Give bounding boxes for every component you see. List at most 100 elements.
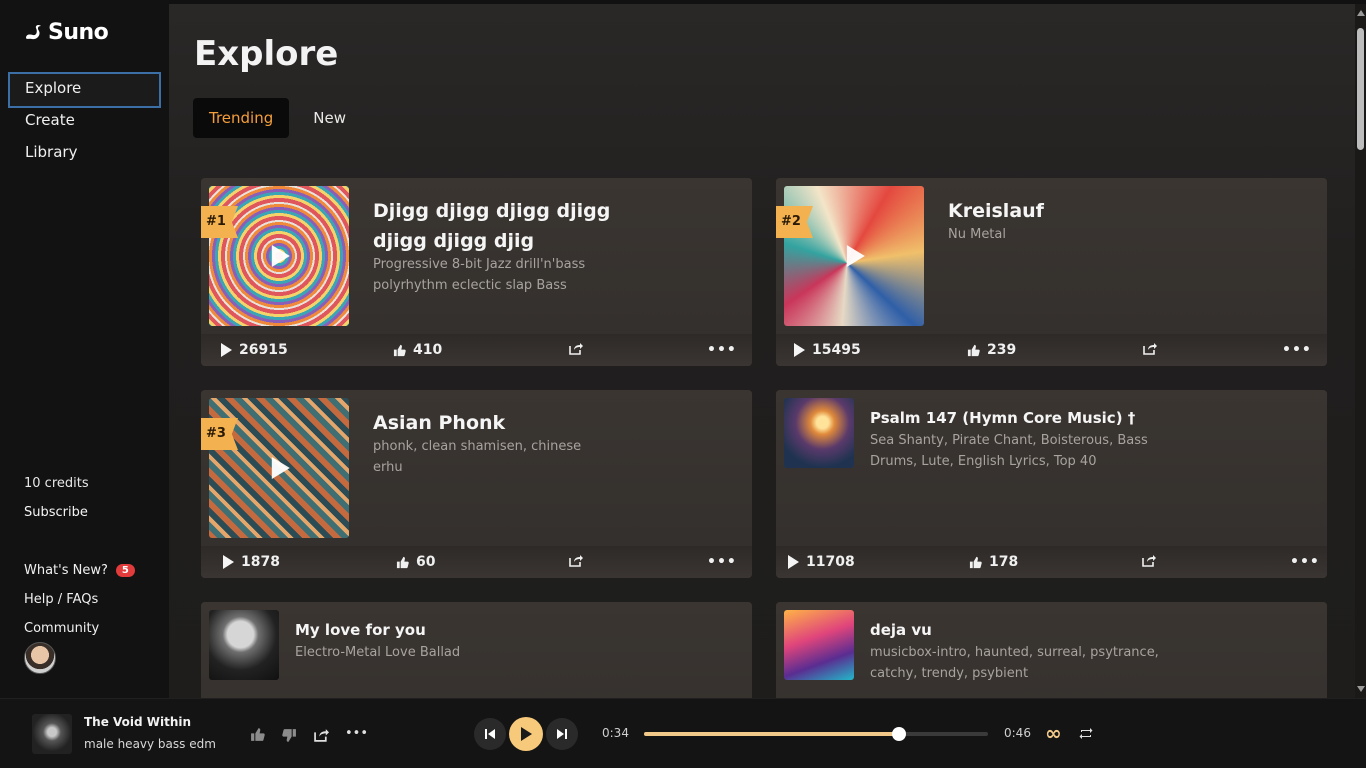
more-icon: ••• — [707, 554, 737, 570]
song-tags: Progressive 8-bit Jazz drill'n'bass polyr… — [373, 254, 613, 296]
seek-bar[interactable] — [644, 727, 988, 741]
now-playing-tags: male heavy bass edm — [84, 737, 216, 751]
share-button[interactable] — [1143, 342, 1157, 355]
like-count[interactable]: 410 — [393, 342, 442, 358]
main-scrollbar[interactable] — [1355, 4, 1366, 698]
song-tags-line: Sea Shanty, Pirate Chant, Boisterous, Ba… — [870, 433, 1148, 448]
song-title-line: Djigg djigg djigg djigg — [373, 200, 611, 222]
song-title[interactable]: Asian Phonk — [373, 408, 623, 438]
more-options-button[interactable]: ••• — [1282, 342, 1312, 358]
share-button[interactable] — [569, 342, 583, 355]
tab-new[interactable]: New — [297, 98, 362, 138]
share-button[interactable] — [569, 554, 583, 567]
next-button[interactable] — [546, 718, 578, 750]
tab-trending[interactable]: Trending — [193, 98, 290, 138]
skip-back-icon — [485, 729, 495, 739]
like-count-value: 239 — [987, 342, 1017, 358]
play-count[interactable]: 1878 — [223, 554, 280, 570]
scroll-down-arrow-icon[interactable] — [1357, 686, 1365, 692]
seek-bar-fill — [644, 732, 899, 736]
more-options-button[interactable]: ••• — [707, 554, 737, 570]
now-playing-title[interactable]: The Void Within — [84, 715, 191, 729]
song-tags-line: Progressive 8-bit Jazz drill'n'bass — [373, 257, 586, 272]
current-time: 0:34 — [602, 726, 629, 740]
song-cover[interactable] — [209, 610, 279, 680]
more-options-button[interactable]: ••• — [707, 342, 737, 358]
subscribe-link[interactable]: Subscribe — [24, 505, 88, 520]
user-avatar[interactable] — [24, 642, 56, 674]
share-button[interactable] — [1142, 554, 1156, 567]
song-cover[interactable] — [784, 610, 854, 680]
scrollbar-thumb[interactable] — [1357, 28, 1364, 150]
whats-new-badge: 5 — [115, 564, 135, 577]
skip-forward-icon — [557, 729, 567, 739]
play-pause-button[interactable] — [509, 717, 543, 751]
play-count[interactable]: 26915 — [221, 342, 288, 358]
suno-logo[interactable]: Suno — [24, 20, 109, 45]
song-title[interactable]: Kreislauf — [948, 196, 1198, 226]
play-icon — [521, 727, 532, 741]
song-card[interactable]: deja vu musicbox-intro, haunted, surreal… — [776, 602, 1327, 698]
explore-main: Explore Trending New #1 Djigg djigg djig… — [169, 4, 1355, 698]
like-count[interactable]: 178 — [969, 554, 1018, 570]
like-count[interactable]: 239 — [967, 342, 1016, 358]
play-icon — [223, 555, 234, 569]
song-tags: musicbox-intro, haunted, surreal, psytra… — [870, 642, 1160, 684]
song-stats-bar: 15495 239 ••• — [776, 334, 1327, 366]
song-tags-line: polyrhythm eclectic slap Bass — [373, 278, 567, 293]
repeat-icon[interactable] — [1079, 727, 1093, 740]
like-count-value: 178 — [989, 554, 1019, 570]
whats-new-label: What's New? — [24, 563, 108, 578]
song-card[interactable]: #1 Djigg djigg djigg djigg djigg djigg dj… — [201, 178, 752, 366]
thumbs-up-icon — [967, 344, 980, 356]
song-title[interactable]: Psalm 147 (Hymn Core Music) † — [870, 406, 1170, 430]
play-count-value: 11708 — [806, 554, 855, 570]
sidebar-item-library[interactable]: Library — [8, 136, 161, 168]
sidebar-item-create[interactable]: Create — [8, 104, 161, 136]
thumbs-up-icon — [393, 344, 406, 356]
player-bar: The Void Within male heavy bass edm ••• … — [0, 698, 1366, 768]
play-count-value: 26915 — [239, 342, 288, 358]
play-overlay-icon[interactable] — [846, 245, 865, 267]
play-overlay-icon[interactable] — [271, 457, 290, 479]
play-count-value: 1878 — [241, 554, 280, 570]
like-count-value: 410 — [413, 342, 443, 358]
sidebar-links: What's New? 5 Help / FAQs Community — [24, 556, 135, 643]
song-title[interactable]: My love for you — [295, 618, 595, 642]
song-title[interactable]: deja vu — [870, 618, 1170, 642]
sidebar-item-explore[interactable]: Explore — [8, 72, 161, 108]
song-card[interactable]: Psalm 147 (Hymn Core Music) † Sea Shanty… — [776, 390, 1327, 578]
play-icon — [794, 343, 805, 357]
thumbs-up-icon — [396, 556, 409, 568]
share-icon[interactable] — [314, 728, 329, 742]
song-card[interactable]: #3 Asian Phonk phonk, clean shamisen, ch… — [201, 390, 752, 578]
now-playing-cover[interactable] — [32, 714, 72, 754]
song-stats-bar: 11708 178 ••• — [776, 546, 1327, 578]
song-card[interactable]: #2 Kreislauf Nu Metal 15495 239 ••• — [776, 178, 1327, 366]
song-tags-line: catchy, trendy, psybient — [870, 666, 1029, 681]
song-tags-line: Drums, Lute, English Lyrics, Top 40 — [870, 454, 1097, 469]
dislike-button-icon[interactable] — [282, 728, 297, 743]
song-title[interactable]: Djigg djigg djigg djigg djigg djigg djig — [373, 196, 623, 256]
play-overlay-icon[interactable] — [271, 245, 290, 267]
like-button-icon[interactable] — [250, 727, 265, 742]
previous-button[interactable] — [474, 718, 506, 750]
play-icon — [221, 343, 232, 357]
help-faqs-link[interactable]: Help / FAQs — [24, 585, 135, 614]
play-count[interactable]: 15495 — [794, 342, 861, 358]
song-cover[interactable] — [784, 398, 854, 468]
song-tags-line: phonk, clean shamisen, chinese — [373, 439, 582, 454]
seek-bar-knob[interactable] — [891, 727, 906, 741]
more-icon[interactable]: ••• — [345, 726, 368, 741]
like-count[interactable]: 60 — [396, 554, 435, 570]
song-card[interactable]: My love for you Electro-Metal Love Balla… — [201, 602, 752, 698]
infinite-loop-icon[interactable]: ∞ — [1045, 721, 1062, 745]
play-count[interactable]: 11708 — [788, 554, 855, 570]
more-options-button[interactable]: ••• — [1290, 554, 1320, 570]
share-icon — [569, 555, 583, 567]
play-count-value: 15495 — [812, 342, 861, 358]
whats-new-link[interactable]: What's New? 5 — [24, 556, 135, 585]
community-link[interactable]: Community — [24, 614, 135, 643]
suno-logo-icon — [26, 24, 41, 39]
scroll-up-arrow-icon[interactable] — [1357, 10, 1365, 16]
